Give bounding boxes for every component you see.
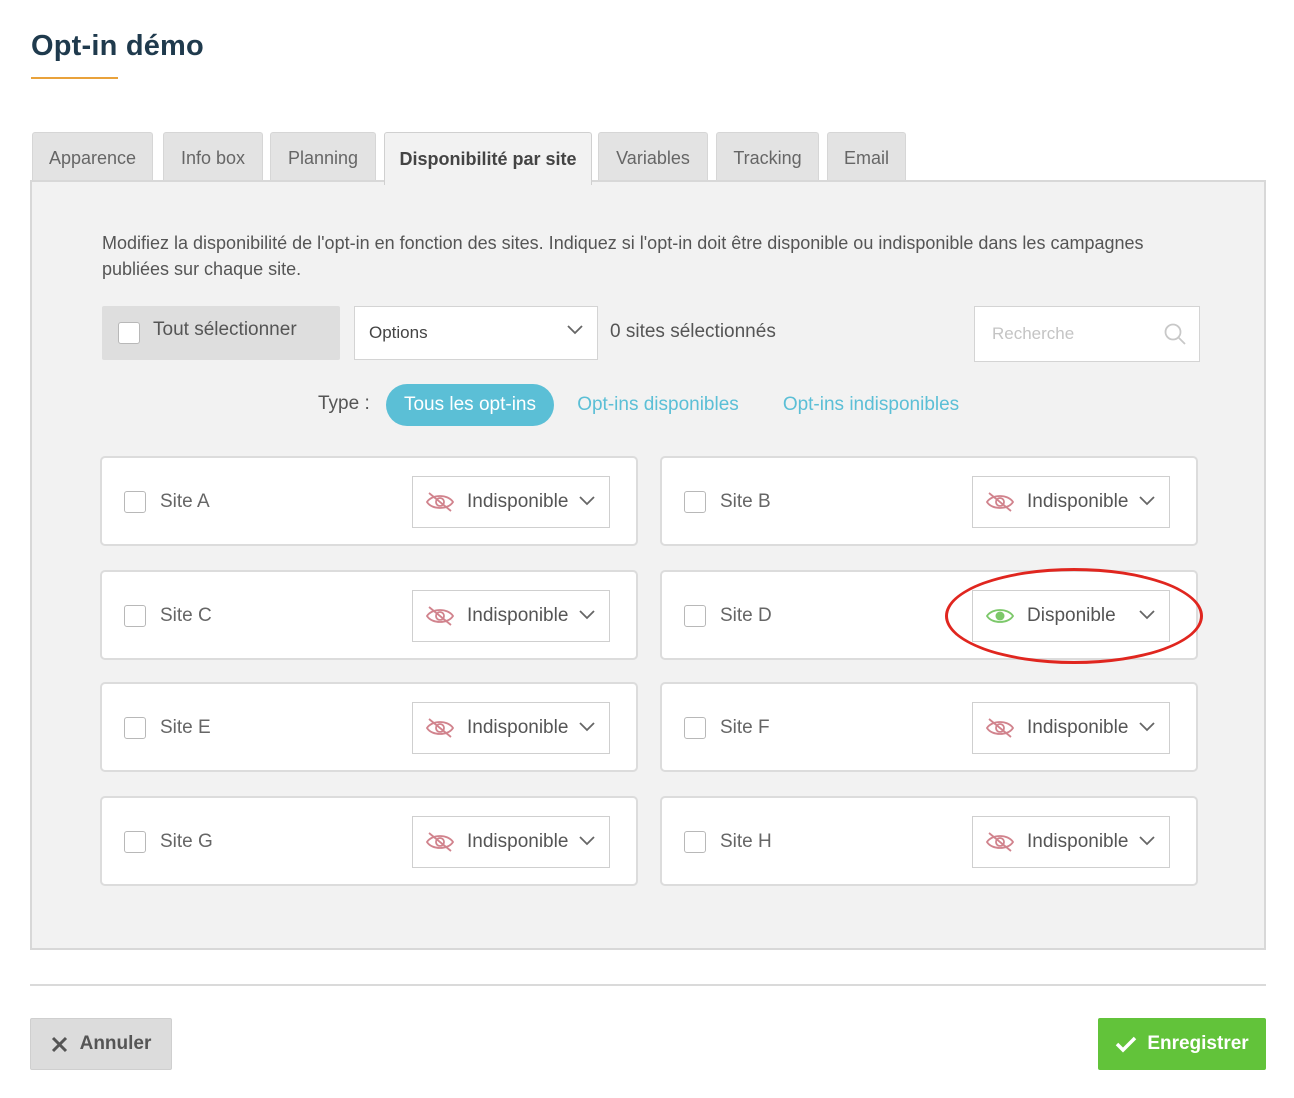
site-name: Site H xyxy=(720,831,772,852)
eye-slash-icon xyxy=(425,492,455,512)
tab-planning[interactable]: Planning xyxy=(270,132,376,184)
title-underline xyxy=(31,77,118,79)
eye-icon xyxy=(985,609,1015,623)
save-button[interactable]: Enregistrer xyxy=(1098,1018,1266,1070)
eye-slash-icon xyxy=(425,718,455,738)
chevron-down-icon xyxy=(579,496,595,506)
chevron-down-icon xyxy=(1139,836,1155,846)
availability-status: Indisponible xyxy=(1027,717,1129,738)
search-icon[interactable] xyxy=(1163,322,1187,346)
availability-status: Indisponible xyxy=(467,717,569,738)
site-name: Site A xyxy=(160,491,210,512)
eye-slash-icon xyxy=(985,718,1015,738)
tab-info-box[interactable]: Info box xyxy=(163,132,263,184)
chevron-down-icon xyxy=(579,722,595,732)
site-checkbox[interactable] xyxy=(684,491,706,513)
footer-divider xyxy=(30,984,1266,986)
filter-available-optins[interactable]: Opt-ins disponibles xyxy=(570,384,746,426)
availability-status: Indisponible xyxy=(467,831,569,852)
chevron-down-icon xyxy=(579,836,595,846)
availability-select[interactable]: Indisponible xyxy=(412,590,610,642)
eye-slash-icon xyxy=(425,606,455,626)
tab-tracking[interactable]: Tracking xyxy=(716,132,819,184)
tab-apparence[interactable]: Apparence xyxy=(32,132,153,184)
tab-variables[interactable]: Variables xyxy=(598,132,708,184)
save-label: Enregistrer xyxy=(1147,1033,1249,1054)
site-card-g: Site G Indisponible xyxy=(100,796,638,886)
check-icon xyxy=(1116,1036,1137,1053)
site-name: Site D xyxy=(720,605,772,626)
site-checkbox[interactable] xyxy=(124,605,146,627)
site-checkbox[interactable] xyxy=(684,605,706,627)
eye-slash-icon xyxy=(425,832,455,852)
site-availability-panel: Modifiez la disponibilité de l'opt-in en… xyxy=(30,180,1266,950)
availability-select[interactable]: Indisponible xyxy=(412,702,610,754)
select-all-label: Tout sélectionner xyxy=(153,319,297,340)
options-select-label: Options xyxy=(369,323,428,342)
site-name: Site E xyxy=(160,717,211,738)
tab-disponibilite-par-site[interactable]: Disponibilité par site xyxy=(384,132,592,185)
site-name: Site F xyxy=(720,717,770,738)
eye-slash-icon xyxy=(985,832,1015,852)
cancel-button[interactable]: Annuler xyxy=(30,1018,172,1070)
availability-status: Indisponible xyxy=(1027,491,1129,512)
site-checkbox[interactable] xyxy=(684,831,706,853)
site-checkbox[interactable] xyxy=(124,717,146,739)
availability-select[interactable]: Indisponible xyxy=(972,702,1170,754)
availability-select[interactable]: Indisponible xyxy=(972,476,1170,528)
select-all-checkbox[interactable] xyxy=(118,322,140,344)
type-label: Type : xyxy=(318,393,370,414)
availability-select[interactable]: Indisponible xyxy=(412,476,610,528)
site-card-b: Site B Indisponible xyxy=(660,456,1198,546)
site-checkbox[interactable] xyxy=(124,831,146,853)
site-card-h: Site H Indisponible xyxy=(660,796,1198,886)
filter-unavailable-optins[interactable]: Opt-ins indisponibles xyxy=(776,384,966,426)
filter-all-optins[interactable]: Tous les opt-ins xyxy=(386,384,554,426)
page-title: Opt-in démo xyxy=(31,30,204,62)
chevron-down-icon xyxy=(1139,496,1155,506)
close-icon xyxy=(51,1036,67,1052)
availability-status: Indisponible xyxy=(467,605,569,626)
select-all-button[interactable]: Tout sélectionner xyxy=(102,306,340,360)
chevron-down-icon xyxy=(1139,722,1155,732)
search-box xyxy=(974,306,1200,362)
eye-slash-icon xyxy=(985,492,1015,512)
availability-status: Indisponible xyxy=(467,491,569,512)
site-checkbox[interactable] xyxy=(684,717,706,739)
options-select[interactable]: Options xyxy=(354,306,598,360)
tab-email[interactable]: Email xyxy=(827,132,906,184)
chevron-down-icon xyxy=(1139,610,1155,620)
availability-status: Disponible xyxy=(1027,605,1116,626)
site-name: Site C xyxy=(160,605,212,626)
availability-status: Indisponible xyxy=(1027,831,1129,852)
site-checkbox[interactable] xyxy=(124,491,146,513)
site-card-d: Site D Disponible xyxy=(660,570,1198,660)
site-card-a: Site A Indisponible xyxy=(100,456,638,546)
site-card-c: Site C Indisponible xyxy=(100,570,638,660)
intro-text: Modifiez la disponibilité de l'opt-in en… xyxy=(102,233,1144,279)
chevron-down-icon xyxy=(579,610,595,620)
availability-select[interactable]: Indisponible xyxy=(972,816,1170,868)
site-name: Site G xyxy=(160,831,213,852)
availability-select[interactable]: Disponible xyxy=(972,590,1170,642)
site-card-f: Site F Indisponible xyxy=(660,682,1198,772)
selected-count: 0 sites sélectionnés xyxy=(610,321,776,342)
chevron-down-icon xyxy=(567,325,583,335)
site-name: Site B xyxy=(720,491,771,512)
site-card-e: Site E Indisponible xyxy=(100,682,638,772)
availability-select[interactable]: Indisponible xyxy=(412,816,610,868)
cancel-label: Annuler xyxy=(79,1033,152,1054)
